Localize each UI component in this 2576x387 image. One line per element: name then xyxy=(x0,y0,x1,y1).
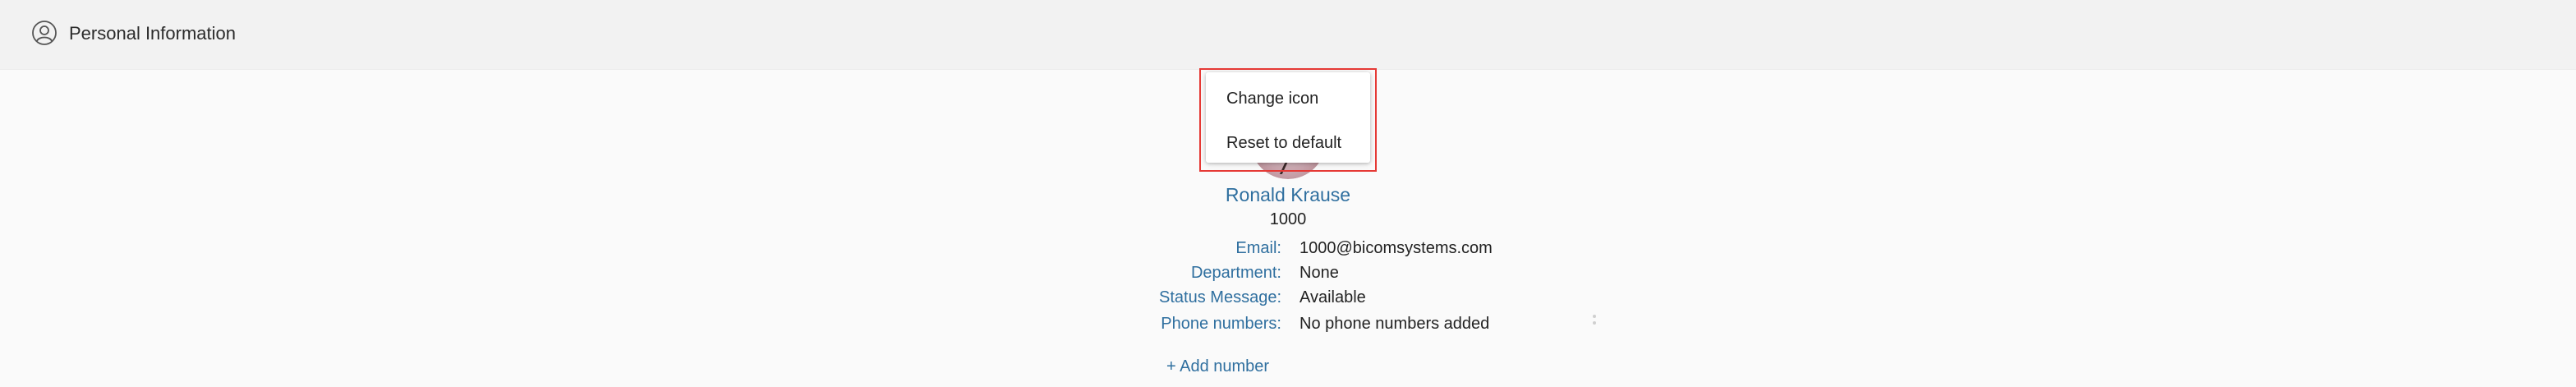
user-extension: 1000 xyxy=(1269,210,1307,228)
kebab-dot xyxy=(1593,315,1596,318)
add-number-link[interactable]: + Add number xyxy=(1166,356,1269,377)
status-message-label: Status Message: xyxy=(1159,288,1281,306)
page-header: Personal Information xyxy=(0,0,2576,70)
user-name: Ronald Krause xyxy=(1225,184,1351,205)
user-circle-icon xyxy=(32,21,57,45)
department-label: Department: xyxy=(1190,264,1281,282)
highlight-box xyxy=(1199,68,1377,172)
status-message-value: Available xyxy=(1300,288,1366,306)
kebab-dot xyxy=(1593,321,1596,325)
department-value: None xyxy=(1300,264,1339,282)
page-title: Personal Information xyxy=(69,23,236,44)
email-value: 1000@bicomsystems.com xyxy=(1300,239,1493,257)
phone-numbers-value: No phone numbers added xyxy=(1300,315,1490,333)
phone-numbers-label: Phone numbers: xyxy=(1161,315,1281,333)
personal-information-page: Personal Information Change icon Reset t… xyxy=(0,0,2576,387)
more-options-icon[interactable] xyxy=(1592,315,1597,334)
email-label: Email: xyxy=(1235,239,1281,257)
